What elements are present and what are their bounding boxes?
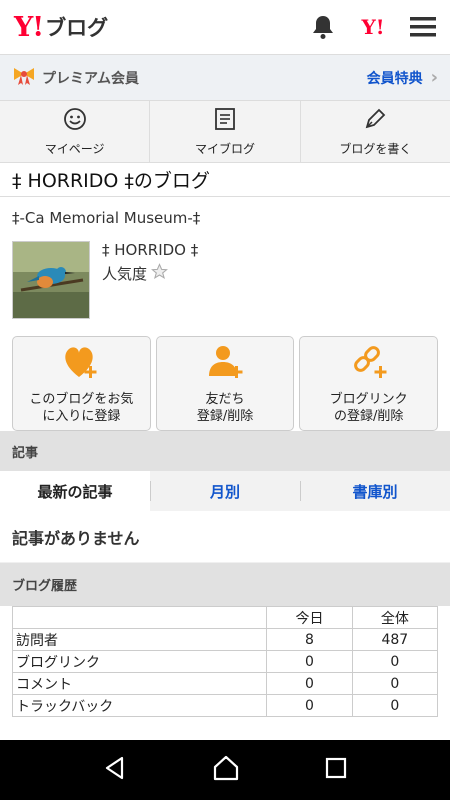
notebook-icon — [214, 107, 236, 134]
yahoo-icon[interactable]: Y! — [358, 12, 388, 42]
blog-link-register-line2: の登録/削除 — [333, 409, 404, 424]
table-row: トラックバック 0 0 — [11, 694, 439, 717]
blog-actions: このブログをお気 に入りに登録 友だち 登録/削除 ブログリンク の登録/削除 — [0, 336, 450, 431]
android-nav-bar — [0, 740, 450, 800]
blog-link-register-line1: ブログリンク — [329, 392, 408, 407]
friend-register-line1: 友だち — [205, 392, 245, 407]
table-row: コメント 0 0 — [11, 672, 439, 695]
nav-my-blog[interactable]: マイブログ — [150, 101, 301, 162]
friend-register-button[interactable]: 友だち 登録/削除 — [155, 336, 295, 431]
row-label: トラックバック — [11, 694, 268, 717]
add-favorite-line1: このブログをお気 — [29, 392, 134, 407]
profile-thumbnail[interactable] — [12, 241, 90, 319]
ribbon-icon — [12, 66, 36, 90]
member-benefits-link[interactable]: 会員特典 — [367, 68, 423, 88]
recent-apps-icon[interactable] — [324, 756, 348, 784]
blog-subtitle: ‡-Ca Memorial Museum-‡ — [12, 209, 201, 227]
blog-link-register-button[interactable]: ブログリンク の登録/削除 — [299, 336, 439, 431]
bell-icon[interactable] — [308, 12, 338, 42]
blog-title: ‡ HORRIDO ‡のブログ — [0, 163, 450, 197]
person-plus-icon — [205, 344, 245, 391]
star-icon — [151, 263, 168, 284]
link-plus-icon — [349, 344, 389, 391]
nav-write-blog-label: ブログを書く — [339, 141, 412, 156]
no-articles-message: 記事がありません — [0, 511, 450, 563]
total-count: 0 — [351, 672, 439, 695]
yahoo-mark: Y! — [361, 15, 385, 39]
articles-tabs: 最新の記事 月別 書庫別 — [0, 471, 450, 511]
articles-heading: 記事 — [0, 431, 450, 471]
table-row: 訪問者 8 487 — [11, 628, 439, 651]
nav-my-blog-label: マイブログ — [194, 141, 255, 156]
today-count: 0 — [266, 672, 353, 695]
tab-latest-articles[interactable]: 最新の記事 — [0, 471, 150, 511]
friend-register-line2: 登録/削除 — [196, 409, 254, 424]
logo-text: ブログ — [45, 16, 109, 40]
add-favorite-button[interactable]: このブログをお気 に入りに登録 — [12, 336, 151, 431]
table-header-cell — [11, 606, 268, 629]
total-count: 487 — [351, 628, 439, 651]
nav-my-page[interactable]: マイページ — [0, 101, 151, 162]
premium-bar[interactable]: プレミアム会員 会員特典 › — [0, 55, 450, 101]
nav-write-blog[interactable]: ブログを書く — [301, 101, 450, 162]
premium-label: プレミアム会員 — [42, 70, 140, 87]
blog-history-table: 今日 全体 訪問者 8 487 ブログリンク 0 0 コメント 0 0 トラック… — [11, 606, 439, 717]
logo-y: Y! — [14, 11, 44, 43]
chevron-right-icon: › — [430, 67, 438, 88]
total-count: 0 — [351, 694, 439, 717]
pen-icon — [363, 107, 387, 134]
total-count: 0 — [351, 650, 439, 673]
blog-profile: ‡ HORRIDO ‡ 人気度 — [0, 239, 450, 325]
back-icon[interactable] — [102, 755, 128, 785]
blog-history-heading: ブログ履歴 — [0, 563, 450, 606]
table-header-row: 今日 全体 — [11, 606, 439, 629]
today-count: 0 — [266, 694, 353, 717]
today-count: 0 — [266, 650, 353, 673]
home-icon[interactable] — [212, 754, 240, 786]
row-label: コメント — [11, 672, 268, 695]
today-count: 8 — [266, 628, 353, 651]
main-nav: マイページ マイブログ ブログを書く — [0, 101, 450, 163]
row-label: 訪問者 — [11, 628, 268, 651]
add-favorite-line2: に入りに登録 — [42, 409, 121, 424]
heart-plus-icon — [61, 344, 101, 391]
menu-icon[interactable] — [408, 12, 438, 42]
nav-my-page-label: マイページ — [44, 141, 105, 156]
blog-owner-name[interactable]: ‡ HORRIDO ‡ — [102, 241, 198, 259]
tab-by-category[interactable]: 書庫別 — [300, 471, 450, 511]
top-bar: Y! ブログ Y! — [0, 0, 450, 55]
popularity-label: 人気度 — [102, 265, 148, 283]
tab-monthly[interactable]: 月別 — [150, 471, 300, 511]
table-header-cell: 今日 — [266, 606, 353, 629]
table-row: ブログリンク 0 0 — [11, 650, 439, 673]
yahoo-blog-logo[interactable]: Y! ブログ — [14, 12, 108, 43]
row-label: ブログリンク — [11, 650, 268, 673]
table-header-cell: 全体 — [351, 606, 439, 629]
smiley-icon — [63, 107, 87, 134]
